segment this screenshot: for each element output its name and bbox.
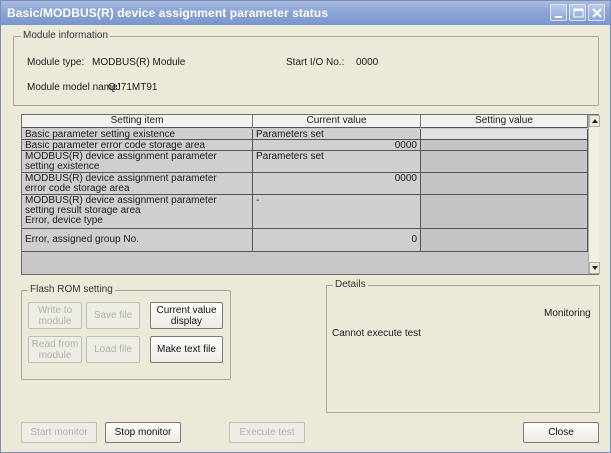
table-row[interactable]: MODBUS(R) device assignment parameter er…: [22, 173, 588, 195]
minimize-icon[interactable]: [550, 4, 567, 21]
table-row[interactable]: Basic parameter setting existence Parame…: [22, 129, 588, 140]
module-model-label: Module model name:: [27, 82, 121, 93]
module-type-value: MODBUS(R) Module: [92, 57, 186, 68]
write-to-module-button[interactable]: Write to module: [28, 302, 82, 329]
column-header-current-value[interactable]: Current value: [253, 115, 421, 128]
save-file-button[interactable]: Save file: [86, 302, 140, 329]
current-value-cell: Parameters set: [253, 129, 421, 139]
close-icon[interactable]: [588, 4, 605, 21]
load-file-button[interactable]: Load file: [86, 336, 140, 363]
execute-test-button[interactable]: Execute test: [229, 422, 305, 443]
module-info-group: [13, 36, 599, 106]
parameter-table[interactable]: Setting item Current value Setting value…: [21, 114, 600, 275]
current-value-cell: 0000: [253, 140, 421, 150]
setting-item-cell: Basic parameter error code storage area: [22, 140, 253, 150]
make-text-file-button[interactable]: Make text file: [150, 336, 223, 363]
setting-value-cell[interactable]: [421, 151, 588, 172]
current-value-cell: -: [253, 195, 421, 228]
setting-item-cell: MODBUS(R) device assignment parameter se…: [22, 151, 253, 172]
start-io-value: 0000: [356, 57, 379, 68]
details-legend: Details: [333, 279, 368, 290]
close-button[interactable]: Close: [523, 422, 599, 443]
setting-value-cell[interactable]: [421, 173, 588, 194]
module-info-legend: Module information: [21, 30, 111, 41]
window-title: Basic/MODBUS(R) device assignment parame…: [7, 6, 329, 20]
table-row[interactable]: Error, assigned group No. 0: [22, 229, 588, 252]
module-type-label: Module type:: [27, 57, 85, 68]
table-row[interactable]: MODBUS(R) device assignment parameter se…: [22, 151, 588, 173]
setting-value-cell[interactable]: [421, 229, 588, 251]
setting-value-cell[interactable]: [421, 195, 588, 228]
details-message: Cannot execute test: [332, 328, 421, 339]
setting-item-cell: MODBUS(R) device assignment parameter er…: [22, 173, 253, 194]
column-header-setting-value[interactable]: Setting value: [421, 115, 588, 128]
details-group: [326, 285, 600, 413]
current-value-cell: Parameters set: [253, 151, 421, 172]
setting-item-cell: Basic parameter setting existence: [22, 129, 253, 139]
setting-value-cell[interactable]: [421, 129, 588, 139]
table-header: Setting item Current value Setting value: [22, 115, 588, 128]
current-value-cell: 0: [253, 229, 421, 251]
title-bar[interactable]: Basic/MODBUS(R) device assignment parame…: [1, 1, 610, 25]
column-header-setting-item[interactable]: Setting item: [22, 115, 253, 128]
setting-item-cell: Error, assigned group No.: [22, 229, 253, 251]
current-value-cell: 0000: [253, 173, 421, 194]
module-model-value: QJ71MT91: [108, 82, 158, 93]
dialog-window: Basic/MODBUS(R) device assignment parame…: [0, 0, 611, 453]
maximize-icon[interactable]: [569, 4, 586, 21]
scroll-down-icon[interactable]: [589, 262, 600, 274]
monitoring-status: Monitoring: [544, 308, 591, 319]
scroll-up-icon[interactable]: [589, 115, 600, 127]
start-io-label: Start I/O No.:: [286, 57, 345, 68]
start-monitor-button[interactable]: Start monitor: [21, 422, 97, 443]
table-row[interactable]: Basic parameter error code storage area …: [22, 140, 588, 151]
table-row[interactable]: MODBUS(R) device assignment parameter se…: [22, 195, 588, 229]
read-from-module-button[interactable]: Read from module: [28, 336, 82, 363]
setting-value-cell[interactable]: [421, 140, 588, 150]
setting-item-cell: MODBUS(R) device assignment parameter se…: [22, 195, 253, 228]
table-vertical-scrollbar[interactable]: [588, 115, 600, 274]
stop-monitor-button[interactable]: Stop monitor: [105, 422, 181, 443]
flash-rom-legend: Flash ROM setting: [28, 284, 115, 295]
current-value-display-button[interactable]: Current value display: [150, 302, 223, 329]
